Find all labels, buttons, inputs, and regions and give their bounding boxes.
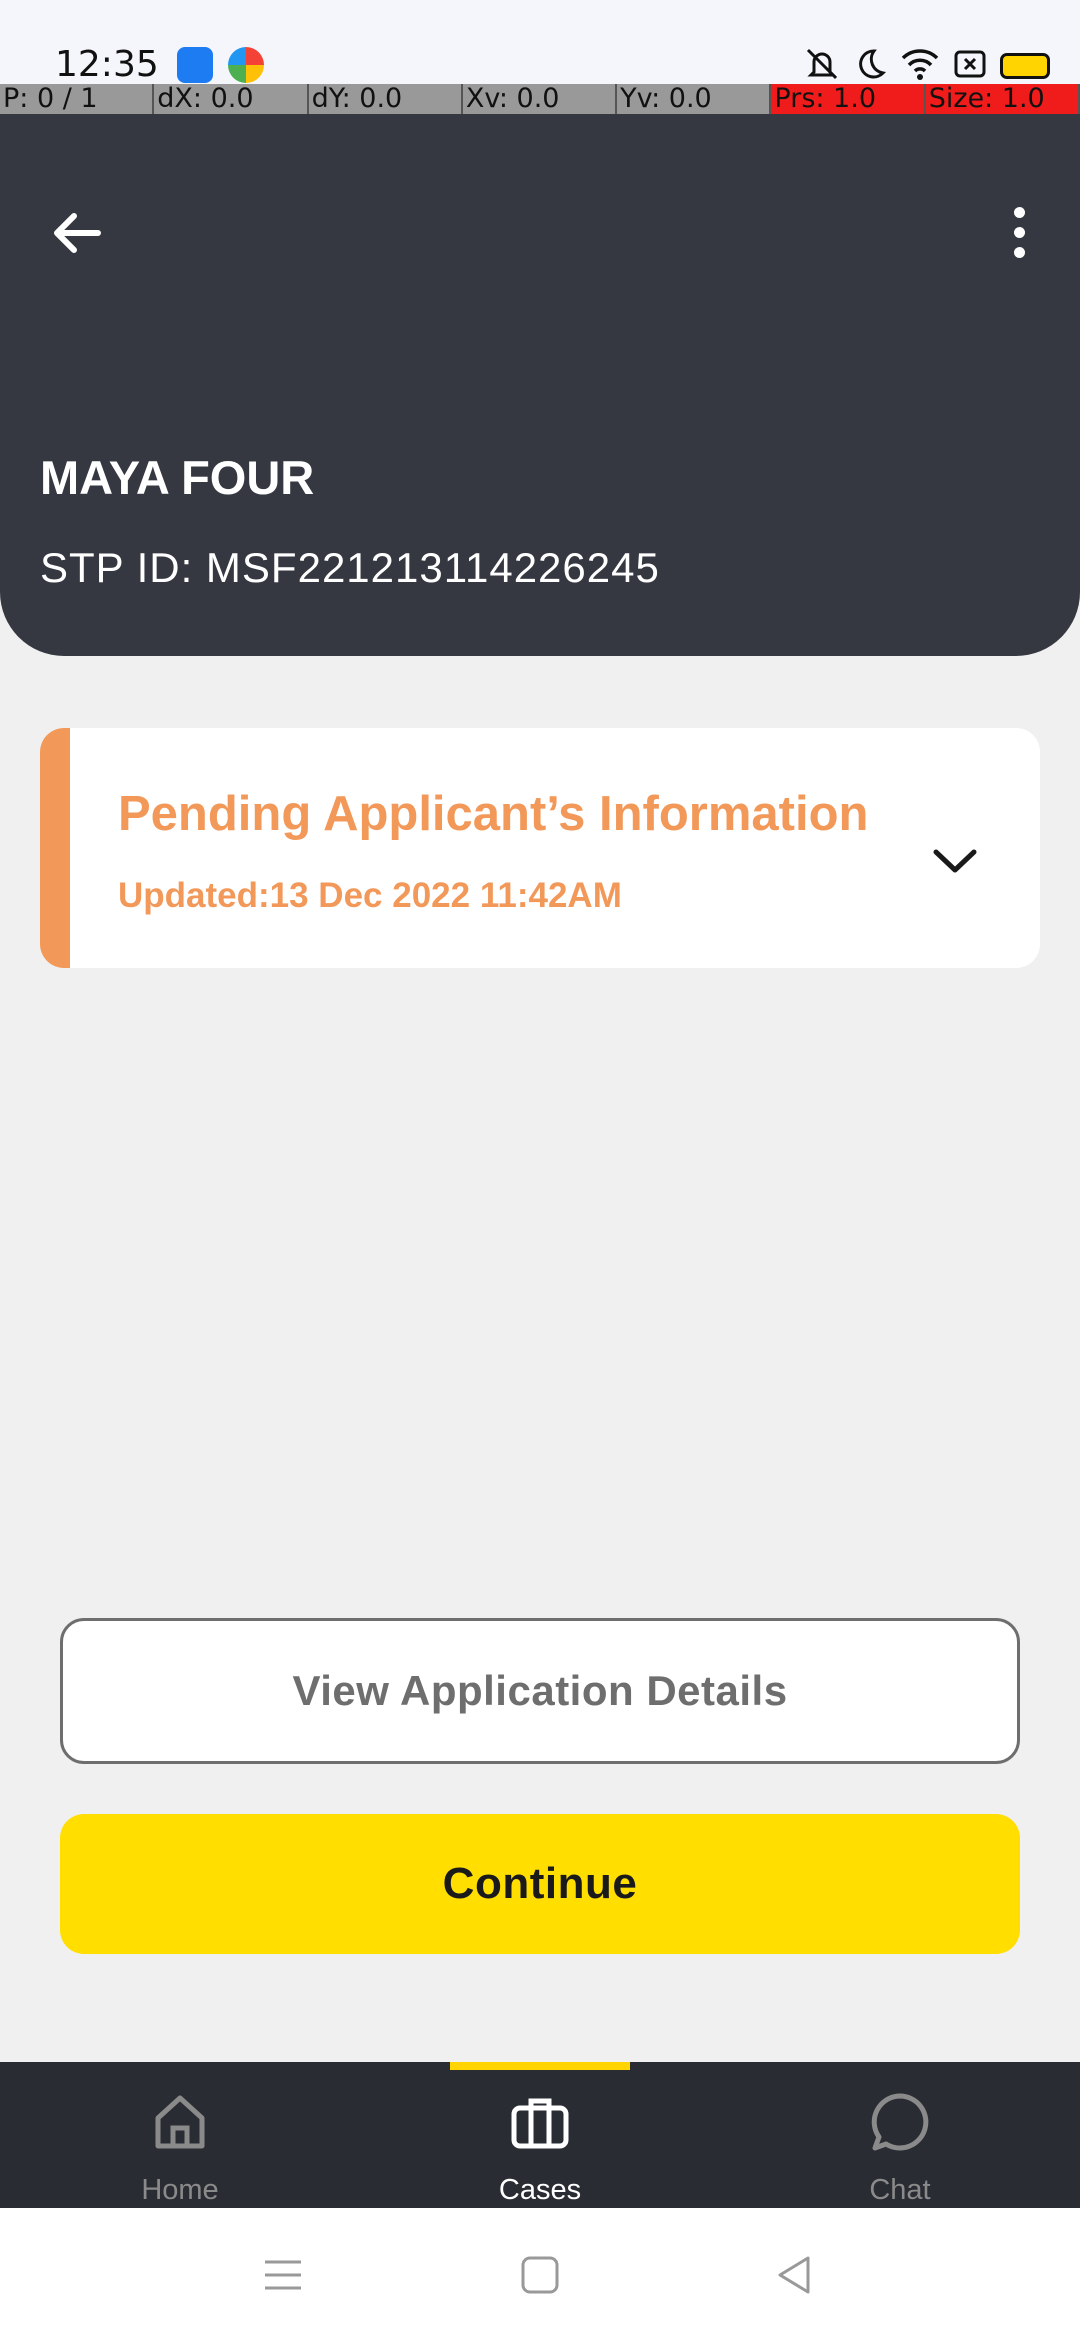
menu-icon[interactable]	[260, 2252, 306, 2298]
more-options-button[interactable]	[1004, 192, 1034, 272]
pointer-debug-bar: P: 0 / 1 dX: 0.0 dY: 0.0 Xv: 0.0 Yv: 0.0…	[0, 84, 1080, 114]
system-icons	[802, 46, 1050, 86]
wifi-icon	[900, 47, 940, 86]
status-bar: 12:35	[0, 0, 1080, 96]
more-vertical-icon	[1013, 206, 1025, 218]
home-icon	[155, 2095, 205, 2149]
chat-bubble-icon	[871, 2093, 929, 2151]
continue-button[interactable]: Continue	[60, 1814, 1020, 1954]
system-navigation-bar	[0, 2208, 1080, 2340]
nav-item-chat[interactable]: Chat	[720, 2062, 1080, 2208]
back-triangle-icon[interactable]	[772, 2252, 818, 2298]
moon-icon	[856, 47, 887, 86]
chevron-down-icon[interactable]	[930, 836, 980, 886]
application-status-card[interactable]: Pending Applicant’s Information Updated:…	[40, 728, 1040, 968]
nav-label-chat: Chat	[869, 2174, 931, 2206]
home-square-icon[interactable]	[517, 2252, 563, 2298]
briefcase-icon	[511, 2098, 569, 2149]
android-app-icon	[177, 47, 213, 83]
screenshot-icon	[954, 49, 986, 84]
arrow-left-icon	[54, 213, 101, 253]
bottom-navigation: Home Cases Chat	[0, 2062, 1080, 2208]
status-time: 12:35	[55, 44, 159, 85]
debug-yv: Yv: 0.0	[617, 84, 772, 114]
debug-pressure: Prs: 1.0	[771, 84, 926, 114]
status-updated: Updated:13 Dec 2022 11:42AM	[118, 876, 622, 915]
debug-size: Size: 1.0	[925, 84, 1080, 114]
silent-icon	[802, 46, 842, 87]
debug-xv: Xv: 0.0	[463, 84, 618, 114]
stp-id: STP ID: MSF221213114226245	[40, 544, 660, 591]
nav-label-home: Home	[141, 2174, 219, 2206]
view-application-details-button[interactable]: View Application Details	[60, 1618, 1020, 1764]
case-header: MAYA FOUR STP ID: MSF221213114226245	[0, 114, 1080, 656]
debug-dx: dX: 0.0	[154, 84, 309, 114]
nav-item-home[interactable]: Home	[0, 2062, 360, 2208]
nav-item-cases[interactable]: Cases	[360, 2062, 720, 2208]
debug-dy: dY: 0.0	[309, 84, 463, 114]
nav-label-cases: Cases	[498, 2174, 582, 2206]
status-title: Pending Applicant’s Information	[118, 787, 869, 841]
back-button[interactable]	[42, 198, 112, 268]
battery-icon	[1000, 53, 1050, 79]
debug-pointer: P: 0 / 1	[0, 84, 155, 114]
status-accent-bar	[40, 728, 70, 968]
color-app-icon	[228, 47, 264, 83]
applicant-name: MAYA FOUR	[40, 451, 315, 504]
